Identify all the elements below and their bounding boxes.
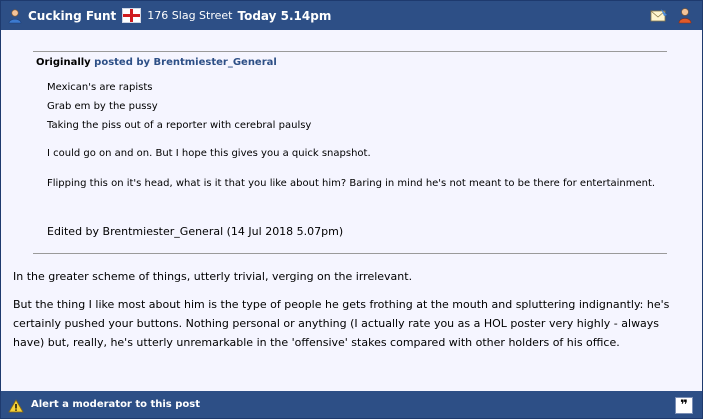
header-actions xyxy=(650,7,694,24)
private-message-icon[interactable] xyxy=(650,7,668,24)
quote-icon[interactable]: ❞ xyxy=(675,397,693,414)
reply-paragraph: But the thing I like most about him is t… xyxy=(13,298,670,349)
poster-username[interactable]: Cucking Funt xyxy=(28,9,116,23)
quote-line: Mexican's are rapists xyxy=(47,82,153,93)
post-body: Originally posted by Brentmiester_Genera… xyxy=(1,30,702,391)
quote-prefix: Originally xyxy=(36,57,91,68)
england-flag-icon xyxy=(122,8,142,23)
user-icon xyxy=(7,8,23,24)
post-footer: Alert a moderator to this post ❞ xyxy=(1,391,702,418)
reply-paragraph: In the greater scheme of things, utterly… xyxy=(13,270,413,283)
forum-post: Cucking Funt 176 Slag Street Today 5.14p… xyxy=(0,0,703,419)
quote-paragraph: Flipping this on it's head, what is it t… xyxy=(47,178,656,189)
post-header: Cucking Funt 176 Slag Street Today 5.14p… xyxy=(1,1,702,30)
alert-triangle-icon[interactable] xyxy=(8,398,24,412)
quote-block: Originally posted by Brentmiester_Genera… xyxy=(33,51,667,254)
quote-header: Originally posted by Brentmiester_Genera… xyxy=(36,57,277,68)
post-timestamp: Today 5.14pm xyxy=(237,8,332,23)
poster-location: 176 Slag Street xyxy=(147,9,233,22)
quote-line: Grab em by the pussy xyxy=(47,101,158,112)
quote-paragraph: I could go on and on. But I hope this gi… xyxy=(47,148,371,159)
user-profile-icon[interactable] xyxy=(676,7,694,24)
quote-author-link[interactable]: posted by Brentmiester_General xyxy=(94,57,277,68)
edited-note: Edited by Brentmiester_General (14 Jul 2… xyxy=(47,225,344,238)
alert-moderator-link[interactable]: Alert a moderator to this post xyxy=(31,399,200,410)
quote-line: Taking the piss out of a reporter with c… xyxy=(47,120,312,131)
